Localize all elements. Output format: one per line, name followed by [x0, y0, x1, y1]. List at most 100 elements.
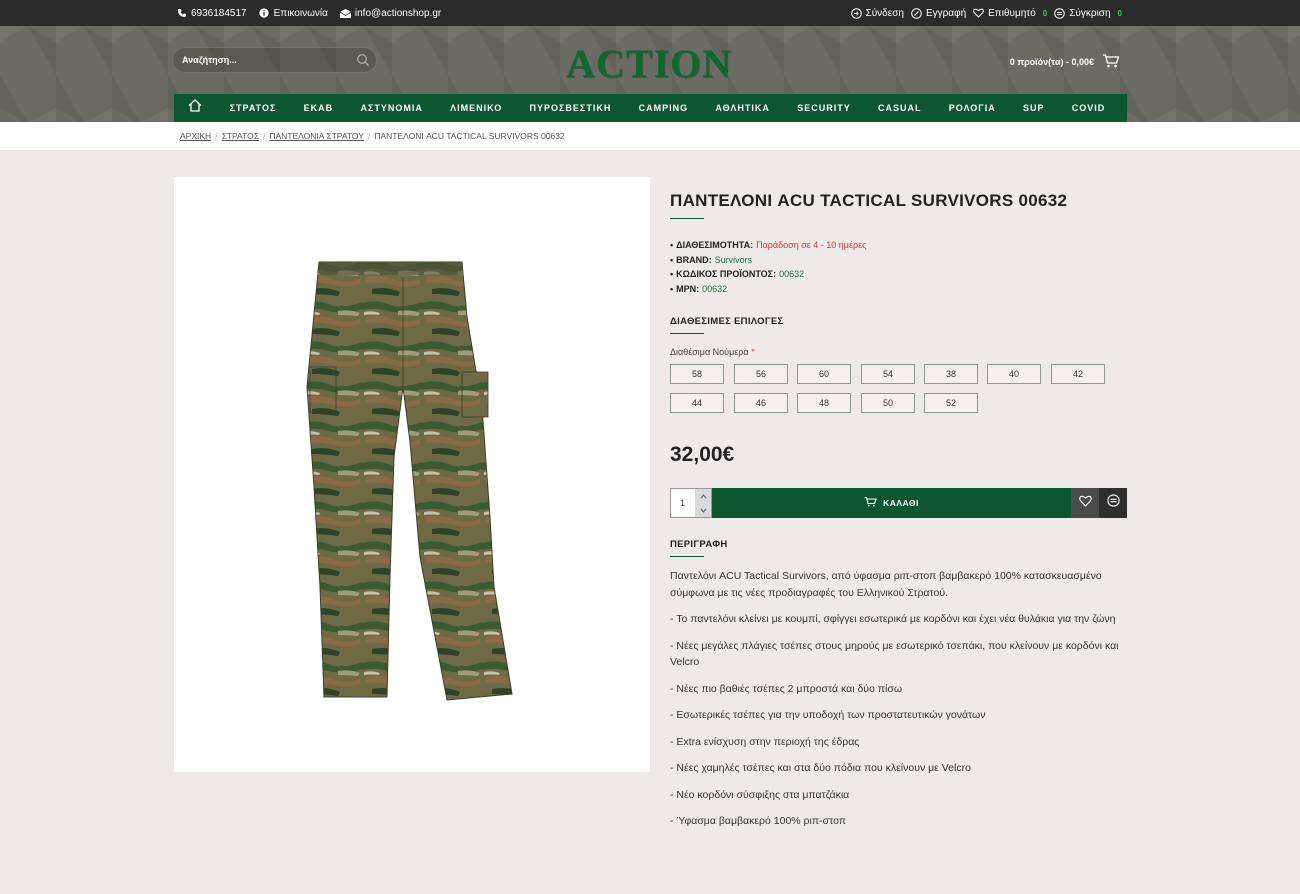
description-paragraph: - Το παντελόνι κλείνει με κουμπί, σφίγγε…: [670, 613, 1116, 625]
email-link[interactable]: info@actionshop.gr: [339, 7, 442, 19]
add-to-wishlist-button[interactable]: [1071, 488, 1099, 518]
nav-item-limeniko[interactable]: ΛΙΜΕΝΙΚΟ: [450, 103, 502, 113]
required-marker: *: [751, 347, 755, 357]
brand-label: BRAND:: [676, 254, 712, 265]
breadcrumb-pantelonia[interactable]: ΠΑΝΤΕΛΟΝΙΑ ΣΤΡΑΤΟΥ: [269, 131, 364, 141]
availability-value: Παράδοση σε 4 - 10 ημέρες: [756, 240, 867, 250]
email-address: info@actionshop.gr: [354, 7, 442, 19]
phone-link[interactable]: 6936184517: [176, 8, 247, 19]
wishlist-count: 0: [1042, 8, 1048, 18]
add-to-cart-button[interactable]: ΚΑΛΑΘΙ: [712, 488, 1071, 518]
home-icon: [188, 99, 202, 117]
size-option[interactable]: 56: [734, 364, 788, 384]
size-option[interactable]: 46: [734, 393, 788, 413]
nav-home[interactable]: [174, 94, 216, 122]
quantity-decrease[interactable]: [695, 503, 711, 517]
cart-label: 0 προϊόν(τα) - 0,00€: [1009, 57, 1094, 67]
code-label: ΚΩΔΙΚΟΣ ΠΡΟΪΟΝΤΟΣ:: [676, 269, 777, 279]
size-option[interactable]: 44: [670, 393, 724, 413]
cart-summary[interactable]: 0 προϊόν(τα) - 0,00€: [1010, 54, 1120, 70]
description-paragraph: - Νέες πιο βαθιές τσέπες 2 μπροστά και δ…: [670, 682, 903, 695]
size-option[interactable]: 58: [670, 364, 724, 384]
register-link[interactable]: Εγγραφή: [911, 8, 966, 19]
description-paragraph: - Εσωτερικές τσέπες για την υποδοχή των …: [670, 709, 986, 721]
product-price: 32,00€: [670, 443, 735, 466]
size-option[interactable]: 38: [924, 364, 978, 384]
compare-count: 0: [1117, 8, 1122, 18]
search-input[interactable]: Αναζήτηση...: [182, 55, 237, 65]
register-label: Εγγραφή: [925, 7, 967, 19]
cart-icon: [864, 496, 877, 509]
breadcrumb-separator: /: [263, 131, 266, 141]
phone-icon: [176, 8, 187, 19]
main-nav: ΣΤΡΑΤΟΣ ΕΚΑΒ ΑΣΤΥΝΟΜΙΑ ΛΙΜΕΝΙΚΟ ΠΥΡΟΣΒΕΣ…: [174, 94, 1127, 122]
add-to-cart-label: ΚΑΛΑΘΙ: [883, 498, 919, 508]
code-row: • ΚΩΔΙΚΟΣ ΠΡΟΪΟΝΤΟΣ: 00632: [670, 267, 866, 282]
phone-number: 6936184517: [191, 7, 247, 19]
size-option[interactable]: 52: [924, 393, 978, 413]
size-option[interactable]: 48: [797, 393, 851, 413]
search-box[interactable]: Αναζήτηση...: [172, 47, 377, 73]
description-paragraph: Παντελόνι ACU Tactical Survivors, από ύφ…: [670, 570, 1102, 599]
compare-label: Σύγκριση: [1069, 7, 1111, 19]
login-link[interactable]: Σύνδεση: [850, 7, 904, 19]
quantity-increase[interactable]: [695, 489, 711, 503]
title-underline: [670, 218, 704, 219]
compare-link[interactable]: Σύγκριση 0: [1054, 8, 1122, 19]
description-paragraph: - Ύφασμα βαμβακερό 100% ριπ-στοπ: [670, 815, 847, 827]
nav-item-security[interactable]: SECURITY: [797, 103, 851, 113]
quantity-input[interactable]: 1: [680, 498, 685, 508]
nav-item-pyrosvestiki[interactable]: ΠΥΡΟΣΒΕΣΤΙΚΗ: [530, 103, 612, 113]
nav-item-camping[interactable]: CAMPING: [639, 103, 689, 113]
breadcrumb-bar: ΑΡΧΙΚΗ / ΣΤΡΑΤΟΣ / ΠΑΝΤΕΛΟΝΙΑ ΣΤΡΑΤΟΥ / …: [0, 122, 1300, 150]
product-image[interactable]: [174, 177, 650, 772]
wishlist-label: Επιθυμητό: [988, 7, 1036, 19]
product-specs: • ΔΙΑΘΕΣΙΜΟΤΗΤΑ: Παράδοση σε 4 - 10 ημέρες…: [670, 238, 866, 296]
info-icon: [259, 8, 270, 19]
wishlist-link[interactable]: Επιθυμητό 0: [973, 8, 1047, 19]
nav-item-stratos[interactable]: ΣΤΡΑΤΟΣ: [230, 103, 277, 113]
nav-item-covid[interactable]: COVID: [1072, 103, 1106, 113]
nav-item-rologia[interactable]: ΡΟΛΟΓΙΑ: [949, 103, 996, 113]
product-description: Παντελόνι ACU Tactical Survivors, από ύφ…: [670, 568, 1130, 840]
compare-icon: [1054, 7, 1066, 19]
nav-item-casual[interactable]: CASUAL: [878, 103, 922, 113]
nav-item-athlitika[interactable]: ΑΘΛΗΤΙΚΑ: [715, 103, 770, 113]
options-heading: ΔΙΑΘΕΣΙΜΕΣ ΕΠΙΛΟΓΕΣ: [670, 316, 784, 327]
site-logo[interactable]: ACTION: [566, 40, 732, 87]
size-option[interactable]: 42: [1051, 364, 1105, 384]
breadcrumb-separator: /: [367, 131, 371, 141]
size-option[interactable]: 50: [861, 393, 915, 413]
breadcrumb: ΑΡΧΙΚΗ / ΣΤΡΑΤΟΣ / ΠΑΝΤΕΛΟΝΙΑ ΣΤΡΑΤΟΥ / …: [180, 131, 565, 141]
size-option[interactable]: 54: [861, 364, 915, 384]
contact-label: Επικοινωνία: [273, 7, 328, 19]
breadcrumb-stratos[interactable]: ΣΤΡΑΤΟΣ: [222, 131, 259, 141]
login-icon: [850, 7, 862, 19]
size-option[interactable]: 40: [987, 364, 1041, 384]
camo-pants-image: [306, 261, 513, 701]
size-option[interactable]: 60: [797, 364, 851, 384]
cart-icon: [1102, 54, 1120, 70]
mpn-label: MPN:: [676, 283, 700, 294]
top-bar: 6936184517 Επικοινωνία info@actionshop.g…: [0, 0, 1300, 26]
nav-item-astynomia[interactable]: ΑΣΤΥΝΟΜΙΑ: [360, 103, 422, 113]
brand-value[interactable]: Survivors: [715, 253, 753, 268]
nav-item-ekav[interactable]: ΕΚΑΒ: [304, 103, 334, 113]
quantity-stepper[interactable]: 1: [670, 488, 712, 518]
sizes-label-row: Διαθέσιμα Νούμερα *: [670, 347, 755, 357]
add-to-compare-button[interactable]: [1099, 488, 1127, 518]
description-paragraph: - Νέο κορδόνι σύσφιξης στα μπατζάκια: [670, 788, 850, 801]
breadcrumb-current: ΠΑΝΤΕΛΟΝΙ ACU TACTICAL SURVIVORS 00632: [374, 131, 565, 141]
sizes-label: Διαθέσιμα Νούμερα: [670, 347, 749, 357]
heart-icon: [973, 8, 985, 19]
login-label: Σύνδεση: [865, 7, 904, 19]
description-underline: [670, 556, 704, 557]
search-icon[interactable]: [356, 53, 370, 72]
contact-link[interactable]: Επικοινωνία: [259, 8, 328, 19]
brand-row: • BRAND: Survivors: [670, 253, 866, 268]
nav-item-sup[interactable]: SUP: [1023, 103, 1045, 113]
code-value: 00632: [779, 269, 805, 279]
description-paragraph: - Extra ενίσχυση στην περιοχή της έδρας: [670, 735, 860, 748]
breadcrumb-home[interactable]: ΑΡΧΙΚΗ: [180, 131, 211, 141]
description-paragraph: - Νέες μεγάλες πλάγιες τσέπες στους μηρο…: [670, 639, 1119, 669]
